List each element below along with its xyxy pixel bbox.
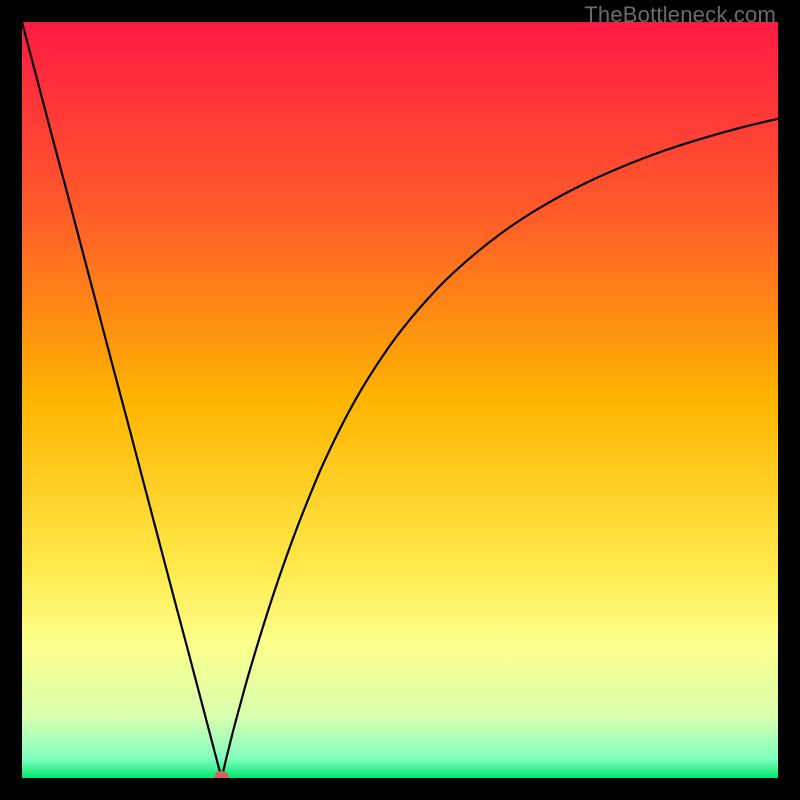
bottleneck-chart (22, 22, 778, 778)
watermark-label: TheBottleneck.com (584, 2, 776, 28)
gradient-background (22, 22, 778, 778)
plot-frame (22, 22, 778, 778)
